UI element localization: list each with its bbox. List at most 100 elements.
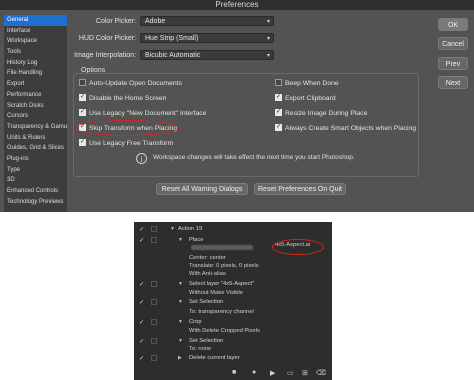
blurred-file-path: [191, 245, 253, 250]
option-beep-when-done[interactable]: Beep When Done: [275, 78, 339, 88]
actions-toolbar: ■ ● ▶ ▭ ⊞ ⌫: [134, 368, 332, 380]
step-detail: With Delete Cropped Pixels: [189, 328, 260, 334]
checkbox-checked[interactable]: ✓: [79, 108, 86, 116]
checkbox-checked[interactable]: ✓: [79, 138, 86, 146]
sidebar-item-guides-grid-slices[interactable]: Guides, Grid & Slices: [4, 143, 67, 154]
dialog-toggle-box[interactable]: [151, 299, 157, 305]
window-title: Preferences: [0, 0, 474, 10]
actions-panel: ✓ ▼ Action 19 ✓ ▼ Place 4x5-Aspect.ai Ce…: [134, 222, 332, 380]
checkbox-checked[interactable]: ✓: [275, 108, 282, 116]
cancel-button[interactable]: Cancel: [438, 37, 468, 50]
action-row[interactable]: ✓ ▼ Action 19: [134, 224, 332, 235]
image-interpolation-value: Bicubic Automatic: [145, 52, 201, 59]
option-resize-image-place[interactable]: ✓ Resize Image During Place: [275, 108, 367, 118]
option-disable-home-screen[interactable]: ✓ Disable the Home Screen: [79, 93, 166, 103]
dialog-toggle-box[interactable]: [151, 281, 157, 287]
sidebar-item-tools[interactable]: Tools: [4, 47, 67, 58]
check-icon[interactable]: ✓: [139, 317, 144, 328]
step-detail: To: none: [189, 346, 212, 352]
play-icon[interactable]: ▶: [270, 369, 275, 377]
step-row-crop[interactable]: ✓ ▼ Crop: [134, 317, 332, 328]
sidebar-item-technology-previews[interactable]: Technology Previews: [4, 197, 67, 208]
color-picker-value: Adobe: [145, 18, 166, 25]
chevron-down-icon[interactable]: ▼: [178, 279, 183, 290]
option-smart-objects-placing[interactable]: ✓ Always Create Smart Objects when Placin…: [275, 123, 416, 133]
dialog-toggle-box[interactable]: [151, 338, 157, 344]
step-row-set-selection[interactable]: ✓ ▼ Set Selection: [134, 297, 332, 308]
sidebar-item-workspace[interactable]: Workspace: [4, 36, 67, 47]
preferences-sidebar: General Interface Workspace Tools Histor…: [4, 15, 67, 212]
stop-icon[interactable]: ■: [232, 369, 236, 376]
step-row-delete-layer[interactable]: ✓ ▶ Delete current layer: [134, 353, 332, 364]
prev-button[interactable]: Prev: [438, 57, 468, 70]
sidebar-item-3d[interactable]: 3D: [4, 175, 67, 186]
chevron-down-icon[interactable]: ▼: [178, 336, 183, 347]
step-name: Delete current layer: [189, 355, 240, 361]
sidebar-item-history-log[interactable]: History Log: [4, 58, 67, 69]
option-auto-update[interactable]: Auto-Update Open Documents: [79, 78, 182, 88]
check-icon[interactable]: ✓: [139, 224, 144, 235]
option-legacy-new-document[interactable]: ✓ Use Legacy "New Document" Interface: [79, 108, 206, 118]
highlight-oval: [75, 120, 179, 136]
step-name: Select layer "4x5-Aspect": [189, 281, 255, 287]
ok-button[interactable]: OK: [438, 18, 468, 31]
color-picker-label: Color Picker:: [95, 18, 136, 25]
hud-color-picker-select[interactable]: Hue Strip (Small) ▾: [140, 33, 274, 43]
check-icon[interactable]: ✓: [139, 336, 144, 347]
checkbox-unchecked[interactable]: [275, 78, 282, 86]
reset-warning-dialogs-button[interactable]: Reset All Warning Dialogs: [156, 183, 248, 195]
check-icon[interactable]: ✓: [139, 297, 144, 308]
step-name: Crop: [189, 319, 202, 325]
sidebar-item-file-handling[interactable]: File Handling: [4, 68, 67, 79]
chevron-down-icon[interactable]: ▼: [178, 317, 183, 328]
checkbox-unchecked[interactable]: [79, 78, 86, 86]
checkbox-checked[interactable]: ✓: [275, 123, 282, 131]
step-name: Set Selection: [189, 299, 224, 305]
hud-color-picker-label: HUD Color Picker:: [78, 35, 136, 42]
sidebar-item-transparency-gamut[interactable]: Transparency & Gamut: [4, 122, 67, 133]
sidebar-item-scratch-disks[interactable]: Scratch Disks: [4, 101, 67, 112]
color-picker-select[interactable]: Adobe ▾: [140, 16, 274, 26]
info-icon: i: [136, 153, 147, 164]
chevron-down-icon[interactable]: ▼: [170, 224, 175, 235]
sidebar-item-type[interactable]: Type: [4, 165, 67, 176]
check-icon[interactable]: ✓: [139, 279, 144, 290]
hud-color-picker-value: Hue Strip (Small): [145, 35, 199, 42]
sidebar-item-general[interactable]: General: [4, 15, 67, 26]
sidebar-item-enhanced-controls[interactable]: Enhanced Controls: [4, 186, 67, 197]
highlight-oval: [272, 239, 324, 255]
dialog-toggle-box[interactable]: [151, 226, 157, 232]
sidebar-item-performance[interactable]: Performance: [4, 90, 67, 101]
record-icon[interactable]: ●: [252, 369, 256, 376]
next-button[interactable]: Next: [438, 76, 468, 89]
step-row-select-layer[interactable]: ✓ ▼ Select layer "4x5-Aspect": [134, 279, 332, 290]
reset-preferences-button[interactable]: Reset Preferences On Quit: [254, 183, 346, 195]
dialog-toggle-box[interactable]: [151, 319, 157, 325]
image-interpolation-label: Image Interpolation:: [74, 52, 136, 59]
sidebar-item-cursors[interactable]: Cursors: [4, 111, 67, 122]
trash-icon[interactable]: ⌫: [316, 369, 326, 377]
checkbox-checked[interactable]: ✓: [79, 93, 86, 101]
image-interpolation-select[interactable]: Bicubic Automatic ▾: [140, 50, 274, 60]
preferences-dialog: Preferences General Interface Workspace …: [0, 0, 474, 212]
chevron-right-icon[interactable]: ▶: [178, 353, 182, 364]
checkbox-checked[interactable]: ✓: [275, 93, 282, 101]
check-icon[interactable]: ✓: [139, 353, 144, 364]
chevron-down-icon: ▾: [266, 19, 270, 25]
new-set-folder-icon[interactable]: ▭: [287, 369, 294, 377]
option-legacy-free-transform[interactable]: ✓ Use Legacy Free Transform: [79, 138, 173, 148]
sidebar-item-units-rulers[interactable]: Units & Rulers: [4, 133, 67, 144]
chevron-down-icon[interactable]: ▼: [178, 297, 183, 308]
new-action-icon[interactable]: ⊞: [302, 369, 308, 377]
step-detail: With Anti-alias: [189, 271, 226, 277]
sidebar-item-plug-ins[interactable]: Plug-ins: [4, 154, 67, 165]
step-row-set-selection-2[interactable]: ✓ ▼ Set Selection: [134, 336, 332, 347]
check-icon[interactable]: ✓: [139, 235, 144, 246]
chevron-down-icon: ▾: [266, 36, 270, 42]
dialog-toggle-box[interactable]: [151, 355, 157, 361]
dialog-toggle-box[interactable]: [151, 237, 157, 243]
chevron-down-icon[interactable]: ▼: [178, 235, 183, 246]
sidebar-item-interface[interactable]: Interface: [4, 26, 67, 37]
sidebar-item-export[interactable]: Export: [4, 79, 67, 90]
option-export-clipboard[interactable]: ✓ Export Clipboard: [275, 93, 336, 103]
